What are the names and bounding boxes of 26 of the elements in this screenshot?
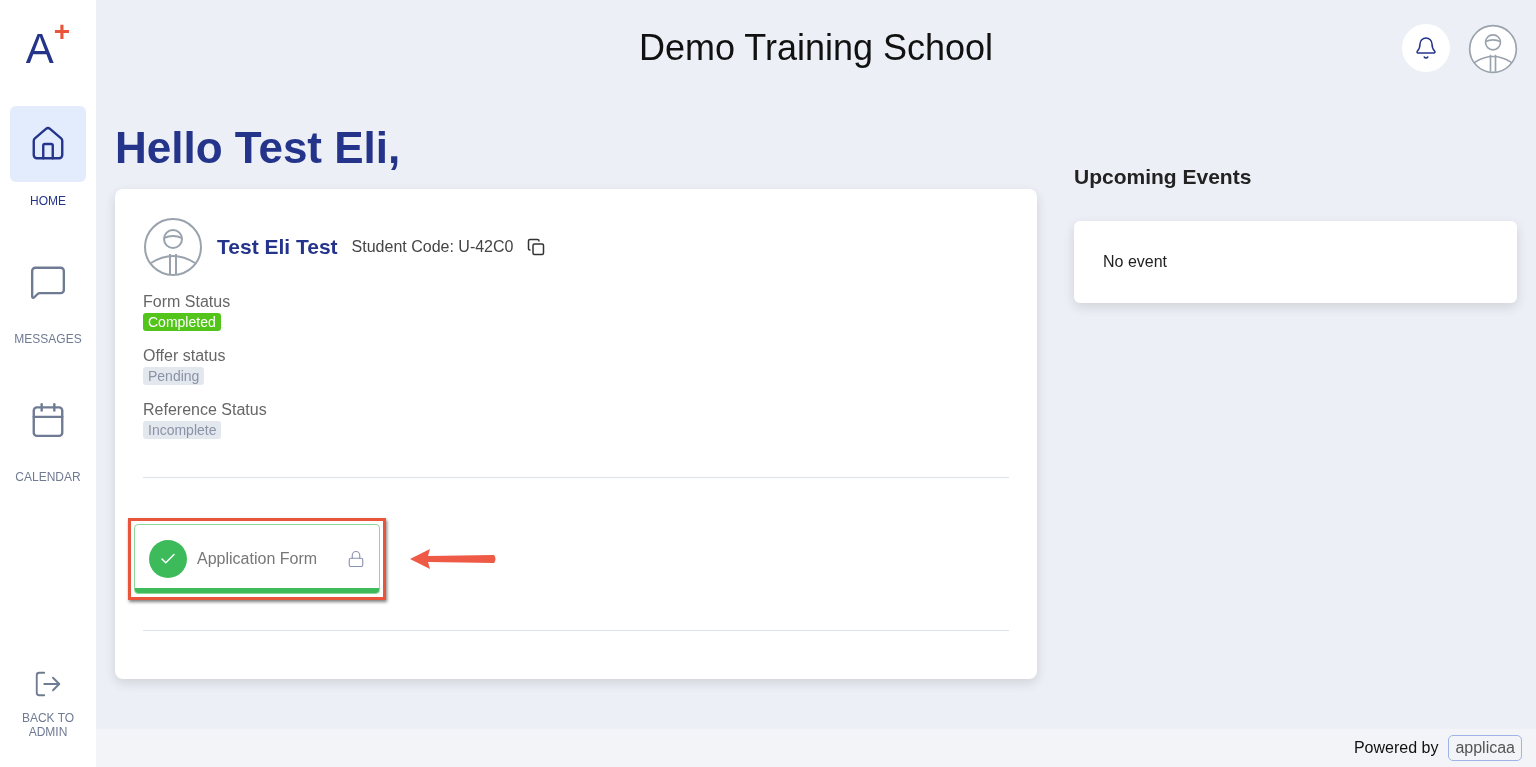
empty-events-text: No event	[1103, 253, 1168, 270]
powered-by-text: Powered by	[1353, 739, 1439, 757]
status-tag: Pending	[143, 367, 205, 385]
status-tag: Incomplete	[143, 421, 222, 439]
logout-icon	[33, 669, 63, 699]
avatar-icon	[1468, 24, 1518, 74]
bell-icon	[1414, 36, 1438, 60]
avatar-icon	[143, 217, 203, 277]
back-to-admin-link[interactable]: BACK TO ADMIN	[18, 669, 78, 739]
copy-icon[interactable]	[527, 238, 546, 256]
greeting: Hello Test Eli,	[115, 123, 402, 173]
events-title: Upcoming Events	[1074, 165, 1253, 189]
sidebar-item[interactable]: MESSAGES	[10, 244, 86, 346]
notifications-button[interactable]	[1402, 24, 1450, 72]
student-name: Test Eli Test	[217, 235, 338, 259]
brand-logo: applicaa	[1448, 735, 1522, 761]
student-code: Student Code: U-42C0	[351, 238, 514, 256]
sidebar-item[interactable]: CALENDAR	[10, 382, 86, 484]
form-title: Application Form	[197, 550, 319, 568]
logo: A+	[25, 22, 71, 72]
status-tag: Completed	[143, 313, 221, 331]
school-title: Demo Training School	[638, 26, 994, 69]
status-label: Offer status	[143, 347, 227, 365]
status-label: Form Status	[143, 293, 232, 311]
form-tile[interactable]: Application Form	[134, 524, 380, 594]
status-label: Reference Status	[143, 401, 268, 419]
